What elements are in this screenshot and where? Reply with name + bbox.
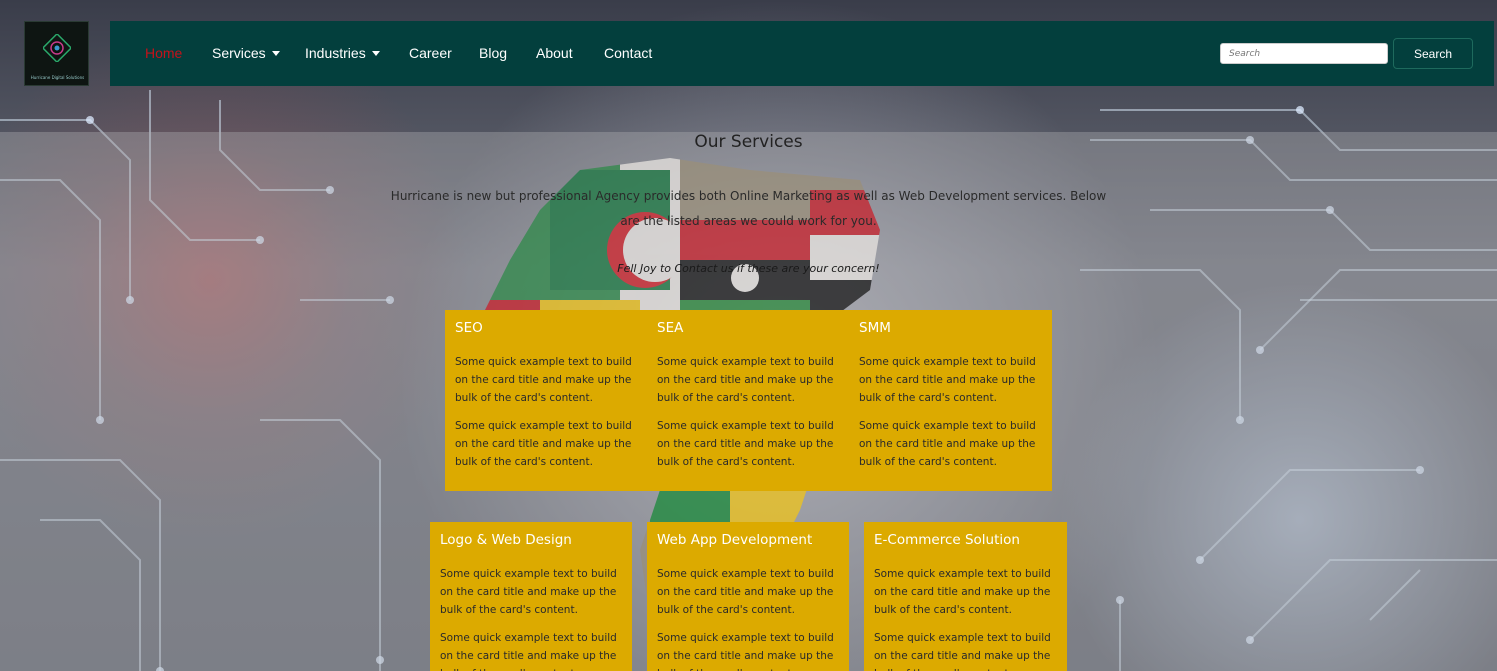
card-text: Some quick example text to build on the … xyxy=(440,632,617,671)
nav-services-dropdown[interactable]: Services xyxy=(212,45,280,61)
tagline-text: Fell Joy to Contact us if these are your… xyxy=(617,262,880,275)
card-text: Some quick example text to build on the … xyxy=(874,632,1051,671)
nav-services-label: Services xyxy=(212,45,266,61)
card-title: SMM xyxy=(859,320,891,336)
page-title: Our Services xyxy=(694,132,803,152)
service-card-seo: SEO Some quick example text to build on … xyxy=(445,310,647,491)
search-button[interactable]: Search xyxy=(1393,38,1473,69)
card-title: Web App Development xyxy=(657,532,813,548)
service-card-web-app-development: Web App Development Some quick example t… xyxy=(647,522,849,671)
search-input[interactable] xyxy=(1220,43,1388,64)
card-text: Some quick example text to build on the … xyxy=(859,356,1036,404)
card-text: Some quick example text to build on the … xyxy=(859,420,1036,468)
card-text: Some quick example text to build on the … xyxy=(657,356,834,404)
card-text: Some quick example text to build on the … xyxy=(455,420,632,468)
chevron-down-icon xyxy=(271,51,280,56)
card-title: Logo & Web Design xyxy=(440,532,572,548)
card-text: Some quick example text to build on the … xyxy=(455,356,632,404)
nav-about[interactable]: About xyxy=(536,45,573,61)
navbar: Home Services Industries Career Blog Abo… xyxy=(110,21,1494,86)
card-text: Some quick example text to build on the … xyxy=(874,568,1051,616)
card-title: E-Commerce Solution xyxy=(874,532,1020,548)
logo-text: Hurricane Digital Solutions xyxy=(30,75,85,80)
nav-blog[interactable]: Blog xyxy=(479,45,507,61)
brand-logo[interactable]: Hurricane Digital Solutions xyxy=(24,21,89,86)
nav-career[interactable]: Career xyxy=(409,45,452,61)
card-text: Some quick example text to build on the … xyxy=(657,632,834,671)
intro-text: Hurricane is new but professional Agency… xyxy=(390,189,1107,228)
nav-home[interactable]: Home xyxy=(145,45,182,61)
chevron-down-icon xyxy=(371,51,380,56)
card-text: Some quick example text to build on the … xyxy=(657,420,834,468)
service-card-sea: SEA Some quick example text to build on … xyxy=(647,310,849,491)
card-text: Some quick example text to build on the … xyxy=(657,568,834,616)
nav-contact[interactable]: Contact xyxy=(604,45,652,61)
service-card-smm: SMM Some quick example text to build on … xyxy=(849,310,1052,491)
nav-industries-label: Industries xyxy=(305,45,366,61)
card-title: SEA xyxy=(657,320,684,336)
service-card-ecommerce-solution: E-Commerce Solution Some quick example t… xyxy=(864,522,1067,671)
nav-industries-dropdown[interactable]: Industries xyxy=(305,45,380,61)
card-text: Some quick example text to build on the … xyxy=(440,568,617,616)
hurricane-logo-icon xyxy=(43,34,71,62)
service-card-logo-web-design: Logo & Web Design Some quick example tex… xyxy=(430,522,632,671)
card-title: SEO xyxy=(455,320,483,336)
